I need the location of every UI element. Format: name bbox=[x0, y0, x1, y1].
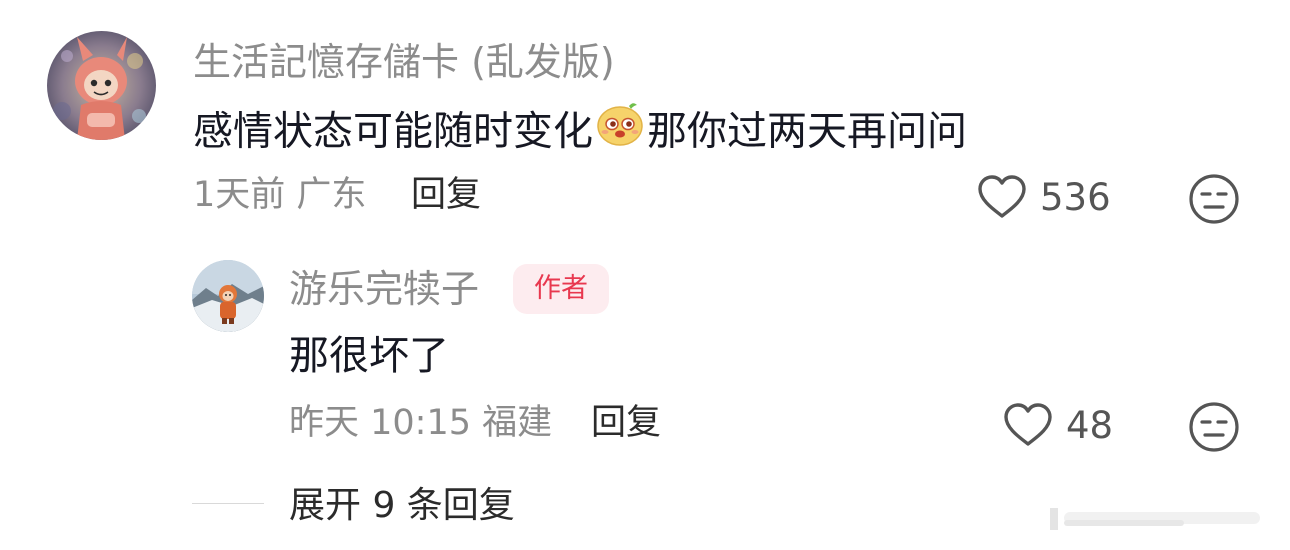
reply-meta: 昨天 10:15 福建 bbox=[289, 403, 553, 443]
reply-button[interactable]: 回复 bbox=[411, 173, 481, 217]
figure-on-mountain-avatar-icon bbox=[192, 260, 264, 332]
unamused-face-icon bbox=[1189, 402, 1239, 452]
comment-section: 生活記憶存儲卡 (乱发版) 感情状态可能随时变化 那你过两天再问问 1天前 广东… bbox=[0, 0, 1290, 550]
commenter-avatar[interactable] bbox=[47, 31, 156, 140]
replier-username[interactable]: 游乐完犊子 bbox=[289, 265, 479, 313]
heart-icon bbox=[1004, 403, 1052, 446]
reply-text: 那很坏了 bbox=[289, 333, 449, 379]
like-button[interactable]: 536 bbox=[976, 172, 1111, 222]
comment-text-part2: 那你过两天再问问 bbox=[647, 108, 967, 155]
unamused-face-icon bbox=[1189, 174, 1239, 224]
smirk-face-emoji-icon bbox=[595, 101, 645, 160]
dislike-button[interactable] bbox=[1188, 173, 1240, 229]
commenter-username[interactable]: 生活記憶存儲卡 (乱发版) bbox=[193, 38, 615, 86]
comment-text: 感情状态可能随时变化 那你过两天再问问 bbox=[193, 101, 967, 163]
replier-avatar[interactable] bbox=[192, 260, 264, 332]
reply-button[interactable]: 回复 bbox=[591, 401, 661, 445]
heart-icon bbox=[978, 175, 1026, 218]
expand-divider bbox=[192, 503, 264, 504]
like-button[interactable]: 48 bbox=[1002, 400, 1113, 450]
comment-text-part1: 感情状态可能随时变化 bbox=[193, 108, 593, 155]
like-count: 536 bbox=[1040, 175, 1111, 219]
comment-meta: 1天前 广东 bbox=[193, 175, 367, 215]
watermark-graphic bbox=[1020, 498, 1270, 538]
like-count: 48 bbox=[1066, 403, 1114, 447]
expand-replies-button[interactable]: 展开 9 条回复 bbox=[289, 483, 515, 529]
author-badge: 作者 bbox=[513, 264, 609, 314]
dislike-button[interactable] bbox=[1188, 401, 1240, 457]
pink-bunny-figure-avatar-icon bbox=[47, 31, 156, 140]
